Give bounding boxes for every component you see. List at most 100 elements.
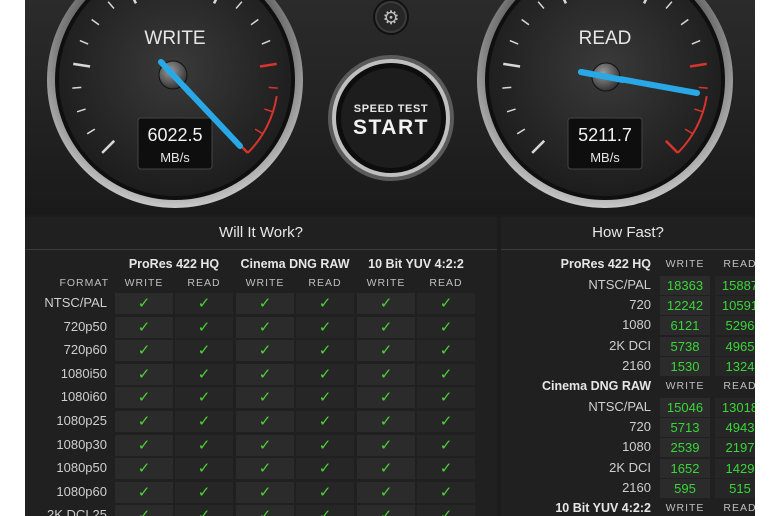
read-unit: MB/s xyxy=(590,150,620,165)
check-mark-icon: ✓ xyxy=(296,458,354,480)
check-mark-icon: ✓ xyxy=(236,363,294,385)
gauge-area: WRITE 6022.5 MB/s READ 5211.7 MB/s ⚙ SPE… xyxy=(25,0,755,215)
resolution-label: 2160 xyxy=(622,357,651,373)
column-header-write: WRITE xyxy=(665,258,705,270)
read-fps-value: 10591 xyxy=(715,296,755,316)
check-mark-icon: ✓ xyxy=(417,387,475,409)
format-label: NTSC/PAL xyxy=(44,295,107,310)
check-mark-icon: ✓ xyxy=(417,316,475,338)
read-fps-value: 15887 xyxy=(715,276,755,295)
resolution-label: 1080 xyxy=(622,317,651,333)
check-mark-icon: ✓ xyxy=(115,434,173,456)
read-fps-value: 515 xyxy=(715,478,755,498)
check-mark-icon: ✓ xyxy=(175,387,233,409)
check-mark-icon: ✓ xyxy=(417,458,475,480)
check-mark-icon: ✓ xyxy=(296,387,354,409)
format-label: 720p50 xyxy=(63,318,107,334)
check-mark-icon: ✓ xyxy=(236,434,294,456)
check-mark-icon: ✓ xyxy=(296,411,354,432)
check-mark-icon: ✓ xyxy=(115,387,173,409)
check-mark-icon: ✓ xyxy=(175,434,233,456)
section-header: 10 Bit YUV 4:2:2 xyxy=(555,501,651,515)
check-mark-icon: ✓ xyxy=(236,293,294,314)
read-fps-value: 13018 xyxy=(715,398,755,417)
check-mark-icon: ✓ xyxy=(236,411,294,432)
column-header: WRITE xyxy=(366,277,406,289)
group-header: Cinema DNG RAW xyxy=(240,257,350,271)
format-label: 1080p25 xyxy=(56,413,107,428)
start-button[interactable]: SPEED TEST START xyxy=(328,55,454,181)
check-mark-icon: ✓ xyxy=(115,340,173,362)
column-header-write: WRITE xyxy=(665,380,705,392)
check-mark-icon: ✓ xyxy=(175,363,233,385)
resolution-label: 1080 xyxy=(622,439,651,455)
check-mark-icon: ✓ xyxy=(175,481,233,503)
check-mark-icon: ✓ xyxy=(296,481,354,503)
gear-icon: ⚙ xyxy=(382,8,399,29)
will-it-work-title: Will It Work? xyxy=(219,224,303,241)
check-mark-icon: ✓ xyxy=(236,481,294,503)
check-mark-icon: ✓ xyxy=(175,340,233,362)
section-header: ProRes 422 HQ xyxy=(560,257,651,271)
check-mark-icon: ✓ xyxy=(115,316,173,338)
write-fps-value: 2539 xyxy=(660,438,710,458)
format-label: 1080i50 xyxy=(60,365,107,381)
read-fps-value: 1429 xyxy=(715,458,755,478)
check-mark-icon: ✓ xyxy=(175,458,233,480)
check-mark-icon: ✓ xyxy=(296,293,354,314)
check-mark-icon: ✓ xyxy=(417,340,475,362)
check-mark-icon: ✓ xyxy=(115,481,173,503)
check-mark-icon: ✓ xyxy=(357,411,415,432)
write-fps-value: 5738 xyxy=(660,336,710,356)
check-mark-icon: ✓ xyxy=(236,505,294,516)
settings-button[interactable]: ⚙ xyxy=(373,0,409,35)
write-label: WRITE xyxy=(144,28,205,49)
check-mark-icon: ✓ xyxy=(417,481,475,503)
write-gauge: WRITE 6022.5 MB/s xyxy=(47,0,303,208)
check-mark-icon: ✓ xyxy=(296,340,354,362)
check-mark-icon: ✓ xyxy=(175,316,233,338)
check-mark-icon: ✓ xyxy=(175,293,233,314)
app-window: WRITE 6022.5 MB/s READ 5211.7 MB/s ⚙ SPE… xyxy=(25,0,755,516)
column-header: WRITE xyxy=(245,277,285,289)
resolution-label: 2K DCI xyxy=(609,459,651,475)
start-button-caption: SPEED TEST xyxy=(354,103,428,115)
start-button-label: START xyxy=(353,116,429,139)
check-mark-icon: ✓ xyxy=(296,363,354,385)
write-fps-value: 18363 xyxy=(660,276,710,295)
write-fps-value: 5713 xyxy=(660,418,710,438)
format-label: 1080i60 xyxy=(60,389,107,405)
check-mark-icon: ✓ xyxy=(357,363,415,385)
check-mark-icon: ✓ xyxy=(357,316,415,338)
resolution-label: 2K DCI xyxy=(609,337,651,353)
check-mark-icon: ✓ xyxy=(357,434,415,456)
write-unit: MB/s xyxy=(160,150,190,165)
write-fps-value: 1530 xyxy=(660,356,710,376)
read-fps-value: 4943 xyxy=(715,418,755,438)
gauge-tick xyxy=(698,86,708,89)
read-gauge: READ 5211.7 MB/s xyxy=(477,0,733,208)
format-label: 1080p30 xyxy=(56,436,107,452)
check-mark-icon: ✓ xyxy=(115,293,173,314)
write-fps-value: 6121 xyxy=(660,316,710,336)
format-label: 720p60 xyxy=(63,342,107,358)
read-fps-value: 1324 xyxy=(715,356,755,376)
read-value: 5211.7 xyxy=(578,125,632,145)
read-fps-value: 4965 xyxy=(715,336,755,356)
write-fps-value: 1652 xyxy=(660,458,710,478)
format-header: FORMAT xyxy=(59,277,109,289)
check-mark-icon: ✓ xyxy=(236,387,294,409)
check-mark-icon: ✓ xyxy=(296,316,354,338)
check-mark-icon: ✓ xyxy=(417,363,475,385)
check-mark-icon: ✓ xyxy=(175,411,233,432)
read-label: READ xyxy=(579,28,632,49)
check-mark-icon: ✓ xyxy=(175,505,233,516)
read-fps-value: 2197 xyxy=(715,438,755,458)
format-label: 2K DCI 25 xyxy=(47,507,107,516)
format-label: 1080p50 xyxy=(56,460,107,476)
check-mark-icon: ✓ xyxy=(296,434,354,456)
resolution-label: NTSC/PAL xyxy=(588,399,651,414)
how-fast-panel: How Fast? ProRes 422 HQ WRITE READ NTSC/PAL… xyxy=(501,217,755,516)
group-header: ProRes 422 HQ xyxy=(128,257,220,271)
column-header: READ xyxy=(308,277,342,289)
